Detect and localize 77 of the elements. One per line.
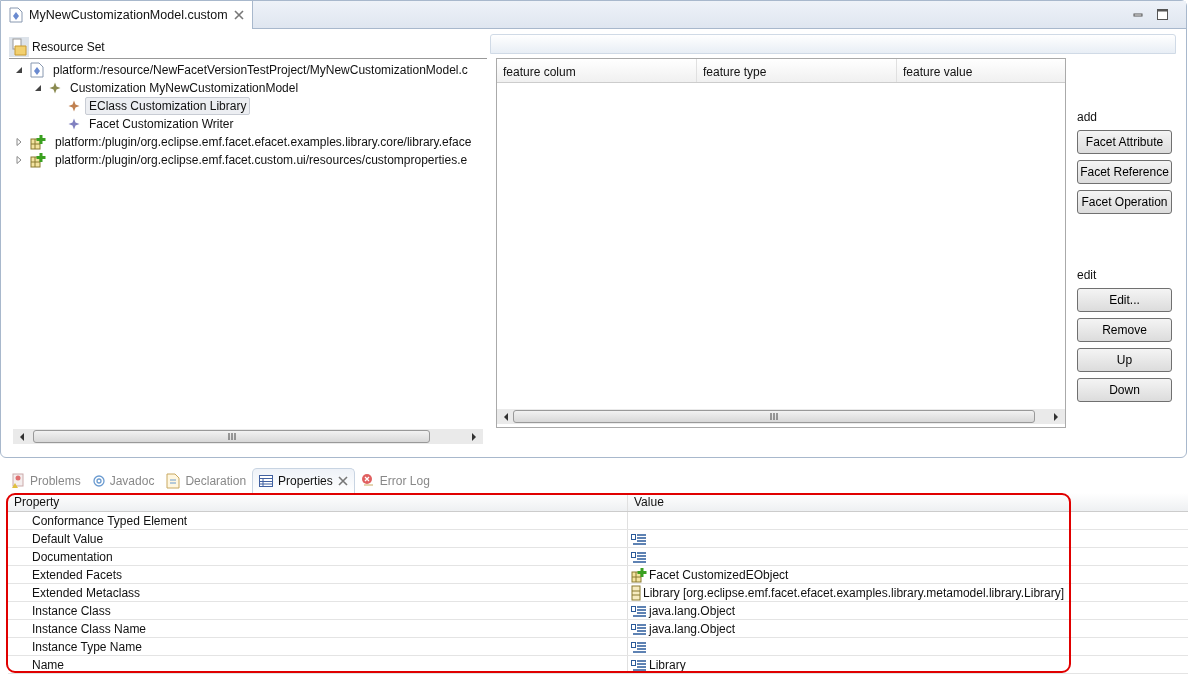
property-name: Documentation [32, 549, 113, 564]
tree-item[interactable]: platform:/resource/NewFacetVersionTestProject/MyNewCustomizationModel.c [49, 61, 472, 79]
property-name: Instance Class [32, 603, 111, 618]
error-icon [360, 473, 375, 489]
property-name: Instance Class Name [32, 621, 147, 636]
property-name: Extended Metaclass [32, 585, 141, 600]
property-name: Instance Type Name [32, 639, 142, 654]
view-tab[interactable]: Problems [5, 469, 87, 493]
grip-icon [227, 433, 236, 440]
edit-label: edit [1077, 268, 1098, 282]
editor-tab[interactable]: MyNewCustomizationModel.custom [1, 1, 253, 29]
diamond-icon [68, 100, 80, 112]
tree-item[interactable]: platform:/plugin/org.eclipse.emf.facet.efacet.examples.library.core/library.eface [51, 133, 476, 151]
view-tab[interactable]: Javadoc [86, 469, 161, 493]
editor-tab-title: MyNewCustomizationModel.custom [29, 8, 228, 22]
text-value-icon [631, 622, 647, 635]
tree-item[interactable]: Facet Customization Writer [85, 115, 238, 133]
facet-plus-icon [30, 152, 46, 168]
tree-item[interactable]: EClass Customization Library [85, 97, 251, 115]
scroll-left-icon[interactable] [19, 432, 25, 441]
text-value-icon [631, 532, 647, 545]
maximize-icon[interactable] [1157, 9, 1168, 20]
column-header[interactable]: Property [8, 493, 628, 511]
property-name: Name [32, 657, 64, 672]
view-tab[interactable]: Error Log [354, 469, 436, 493]
tree-item[interactable]: Customization MyNewCustomizationModel [66, 79, 303, 97]
property-value: java.lang.Object [649, 603, 736, 618]
diamond-icon [49, 82, 61, 94]
problems-icon [11, 473, 25, 489]
tree-item[interactable]: platform:/plugin/org.eclipse.emf.facet.custom.ui/resources/customproperties.e [51, 151, 472, 169]
column-header[interactable]: feature colum [497, 59, 697, 82]
property-value: Library [org.eclipse.emf.facet.efacet.examples.library.metamodel.library.Library] [643, 585, 1065, 600]
text-value-icon [631, 550, 647, 563]
property-name: Extended Facets [32, 567, 123, 582]
view-tab[interactable]: Declaration [160, 469, 253, 493]
table-icon [259, 475, 274, 487]
property-value: Library [649, 657, 686, 672]
close-icon[interactable] [233, 10, 244, 20]
edit-button[interactable]: Edit... [1077, 288, 1172, 312]
text-value-icon [631, 604, 647, 617]
horizontal-scrollbar[interactable] [13, 429, 483, 444]
edit-button[interactable]: Down [1077, 378, 1172, 402]
expand-toggle-icon[interactable] [15, 66, 23, 74]
expand-toggle-icon[interactable] [15, 138, 23, 146]
expand-toggle-icon[interactable] [34, 84, 42, 92]
horizontal-scrollbar[interactable] [497, 409, 1065, 424]
property-name: Default Value [32, 531, 104, 546]
close-icon[interactable] [337, 476, 348, 486]
edit-button[interactable]: Remove [1077, 318, 1172, 342]
document-icon [166, 473, 181, 489]
expand-toggle-icon[interactable] [15, 156, 23, 164]
property-value: Facet CustomizedEObject [649, 567, 789, 582]
scroll-left-icon[interactable] [503, 412, 509, 421]
at-sign-icon [92, 475, 105, 487]
add-label: add [1077, 110, 1099, 124]
column-header[interactable]: Value [628, 493, 1093, 511]
class-icon [631, 584, 641, 601]
grip-icon [770, 413, 778, 420]
facet-plus-icon [30, 134, 46, 150]
text-value-icon [631, 658, 647, 671]
text-value-icon [631, 640, 647, 653]
add-button[interactable]: Facet Attribute [1077, 130, 1172, 154]
property-name: Conformance Typed Element [32, 513, 188, 528]
facet-plus-icon [631, 566, 647, 583]
model-file-icon [9, 7, 23, 23]
tree-root-label: Resource Set [32, 40, 105, 54]
add-button[interactable]: Facet Operation [1077, 190, 1172, 214]
model-file-icon [30, 62, 44, 78]
add-button[interactable]: Facet Reference [1077, 160, 1172, 184]
edit-button[interactable]: Up [1077, 348, 1172, 372]
view-tab[interactable]: Properties [252, 468, 355, 493]
property-value: java.lang.Object [649, 621, 736, 636]
scroll-right-icon[interactable] [471, 432, 477, 441]
diamond-icon [68, 118, 80, 130]
column-header[interactable]: feature value [897, 59, 1065, 82]
scroll-right-icon[interactable] [1053, 412, 1059, 421]
column-header[interactable]: feature type [697, 59, 897, 82]
